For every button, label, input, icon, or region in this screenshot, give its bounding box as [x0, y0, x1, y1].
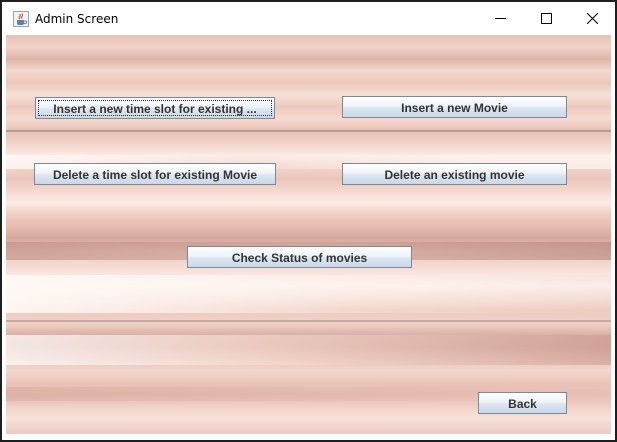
delete-time-slot-button[interactable]: Delete a time slot for existing Movie	[34, 163, 276, 185]
close-button[interactable]	[569, 2, 615, 35]
minimize-icon	[494, 18, 506, 19]
maximize-button[interactable]	[523, 2, 569, 35]
delete-movie-button[interactable]: Delete an existing movie	[342, 163, 567, 185]
check-status-button[interactable]: Check Status of movies	[187, 246, 412, 268]
title-bar[interactable]: Admin Screen	[2, 2, 615, 35]
close-icon	[586, 13, 598, 24]
java-cup-icon	[13, 11, 29, 27]
background-streak	[6, 335, 611, 365]
window-title: Admin Screen	[35, 12, 119, 26]
minimize-button[interactable]	[477, 2, 523, 35]
background-streak	[6, 275, 611, 313]
back-button[interactable]: Back	[478, 392, 567, 414]
maximize-icon	[540, 13, 552, 24]
insert-time-slot-button[interactable]: Insert a new time slot for existing ...	[35, 97, 275, 119]
insert-movie-button[interactable]: Insert a new Movie	[342, 96, 567, 118]
background-streak	[6, 130, 611, 132]
admin-window: Admin Screen Insert a new time slot for …	[0, 0, 617, 442]
background-panel: Insert a new time slot for existing ... …	[6, 35, 611, 434]
background-streak	[6, 320, 611, 322]
